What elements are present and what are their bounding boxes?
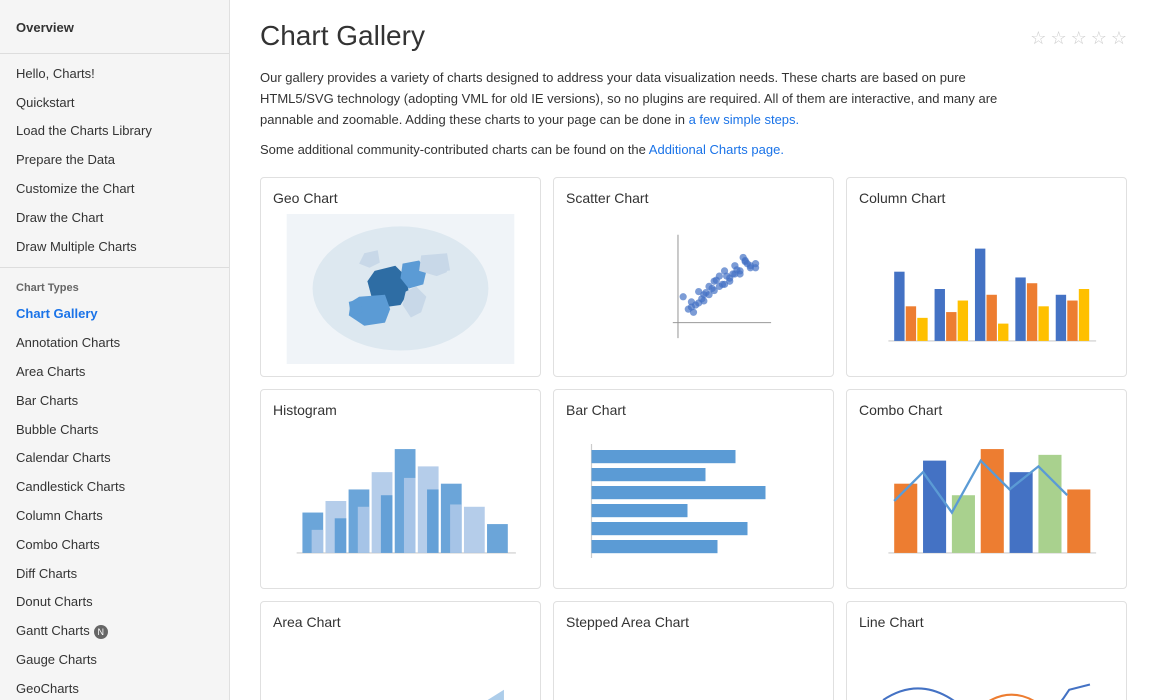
star-3[interactable]: ☆ — [1071, 28, 1087, 49]
chart-card-stepped[interactable]: Stepped Area Chart — [553, 601, 834, 700]
sidebar-item-chart-gallery[interactable]: Chart Gallery — [0, 300, 229, 329]
chart-card-geo[interactable]: Geo Chart — [260, 177, 541, 377]
star-5[interactable]: ☆ — [1111, 28, 1127, 49]
chart-types-header: Chart Types — [0, 276, 229, 300]
star-4[interactable]: ☆ — [1091, 28, 1107, 49]
chart-card-column[interactable]: Column Chart — [846, 177, 1127, 377]
chart-visual-geo — [273, 214, 528, 364]
chart-title-geo: Geo Chart — [273, 190, 528, 206]
new-badge: N — [94, 625, 108, 639]
star-1[interactable]: ☆ — [1030, 28, 1046, 49]
chart-card-line[interactable]: Line Chart — [846, 601, 1127, 700]
additional-charts-link[interactable]: Additional Charts page. — [649, 142, 784, 157]
sidebar-item-geocharts[interactable]: GeoCharts — [0, 675, 229, 700]
chart-card-area[interactable]: Area Chart — [260, 601, 541, 700]
chart-card-combo[interactable]: Combo Chart — [846, 389, 1127, 589]
sidebar-item-bubble-charts[interactable]: Bubble Charts — [0, 416, 229, 445]
sidebar-item-draw-the-chart[interactable]: Draw the Chart — [0, 204, 229, 233]
chart-title-area: Area Chart — [273, 614, 528, 630]
sidebar-item-diff-charts[interactable]: Diff Charts — [0, 560, 229, 589]
sidebar-item-calendar-charts[interactable]: Calendar Charts — [0, 444, 229, 473]
sidebar-item-load-the-charts-library[interactable]: Load the Charts Library — [0, 117, 229, 146]
sidebar-item-column-charts[interactable]: Column Charts — [0, 502, 229, 531]
sidebar-item-donut-charts[interactable]: Donut Charts — [0, 588, 229, 617]
sidebar-overview[interactable]: Overview — [0, 10, 229, 47]
sidebar-item-annotation-charts[interactable]: Annotation Charts — [0, 329, 229, 358]
sidebar-item-combo-charts[interactable]: Combo Charts — [0, 531, 229, 560]
chart-visual-scatter — [566, 214, 821, 364]
sidebar-item-quickstart[interactable]: Quickstart — [0, 89, 229, 118]
chart-visual-bar — [566, 426, 821, 576]
chart-title-combo: Combo Chart — [859, 402, 1114, 418]
simple-steps-link[interactable]: a few simple steps. — [689, 112, 800, 127]
chart-visual-histogram — [273, 426, 528, 576]
chart-visual-column — [859, 214, 1114, 364]
sidebar-item-gantt-charts[interactable]: Gantt ChartsN — [0, 617, 229, 646]
chart-title-bar: Bar Chart — [566, 402, 821, 418]
chart-card-scatter[interactable]: Scatter Chart — [553, 177, 834, 377]
chart-grid: Geo Chart Scatter Chart Column Chart His… — [260, 177, 1127, 700]
sidebar-item-candlestick-charts[interactable]: Candlestick Charts — [0, 473, 229, 502]
sidebar-item-customize-the-chart[interactable]: Customize the Chart — [0, 175, 229, 204]
sidebar-item-draw-multiple-charts[interactable]: Draw Multiple Charts — [0, 233, 229, 262]
chart-visual-area — [273, 638, 528, 700]
star-rating[interactable]: ☆☆☆☆☆ — [1030, 28, 1127, 49]
chart-title-histogram: Histogram — [273, 402, 528, 418]
chart-visual-line — [859, 638, 1114, 700]
sidebar-item-hello,-charts![interactable]: Hello, Charts! — [0, 60, 229, 89]
chart-title-line: Line Chart — [859, 614, 1114, 630]
chart-title-scatter: Scatter Chart — [566, 190, 821, 206]
chart-visual-stepped — [566, 638, 821, 700]
star-2[interactable]: ☆ — [1050, 28, 1066, 49]
sidebar-item-gauge-charts[interactable]: Gauge Charts — [0, 646, 229, 675]
additional-note: Some additional community-contributed ch… — [260, 142, 1127, 157]
sidebar: Overview Hello, Charts!QuickstartLoad th… — [0, 0, 230, 700]
sidebar-item-prepare-the-data[interactable]: Prepare the Data — [0, 146, 229, 175]
chart-card-bar[interactable]: Bar Chart — [553, 389, 834, 589]
chart-card-histogram[interactable]: Histogram — [260, 389, 541, 589]
description-text: Our gallery provides a variety of charts… — [260, 68, 1040, 130]
sidebar-item-area-charts[interactable]: Area Charts — [0, 358, 229, 387]
page-title: Chart Gallery — [260, 20, 425, 52]
chart-visual-combo — [859, 426, 1114, 576]
chart-title-column: Column Chart — [859, 190, 1114, 206]
sidebar-item-bar-charts[interactable]: Bar Charts — [0, 387, 229, 416]
main-content: Chart Gallery ☆☆☆☆☆ Our gallery provides… — [230, 0, 1157, 700]
chart-title-stepped: Stepped Area Chart — [566, 614, 821, 630]
